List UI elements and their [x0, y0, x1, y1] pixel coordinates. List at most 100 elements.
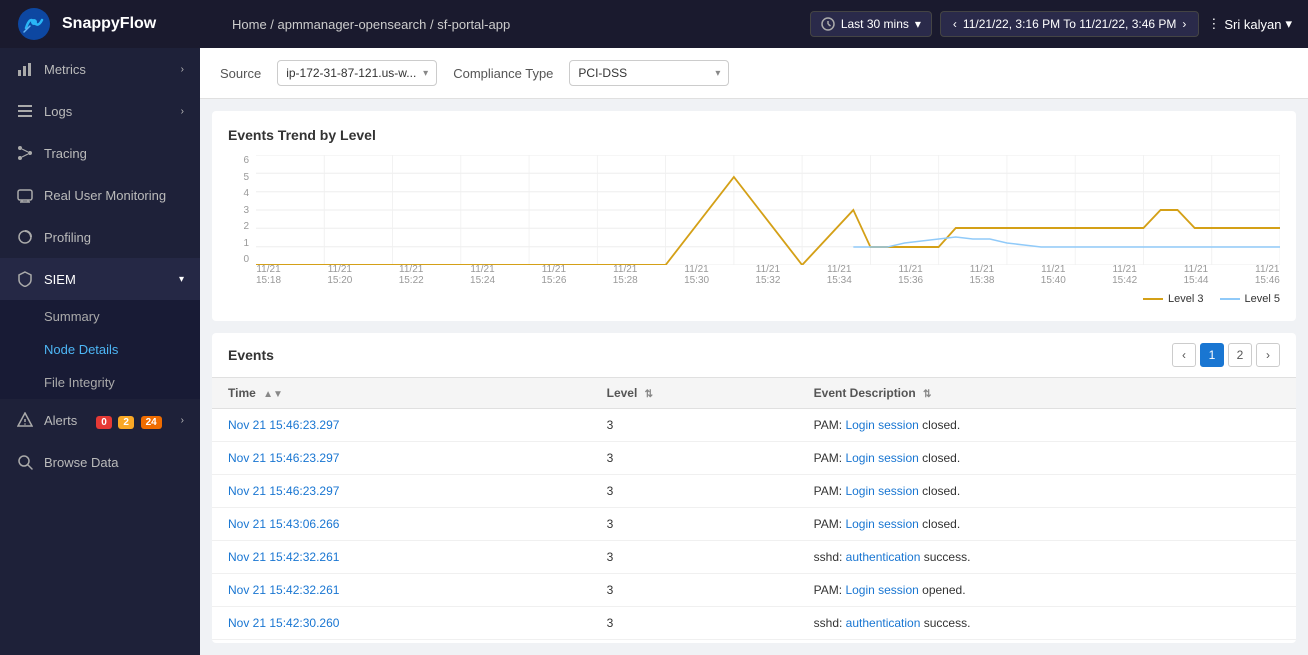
cell-desc: sshd: authentication success. — [798, 607, 1296, 640]
legend-level3-line — [1143, 298, 1163, 300]
alert-badge-red: 0 — [96, 416, 112, 429]
top-header: SnappyFlow Home / apmmanager-opensearch … — [0, 0, 1308, 48]
cell-time: Nov 21 15:46:23.297 — [212, 409, 591, 442]
date-range-picker[interactable]: ‹ 11/21/22, 3:16 PM To 11/21/22, 3:46 PM… — [940, 11, 1199, 37]
compliance-filter-value: PCI-DSS — [578, 66, 627, 80]
sidebar-item-logs[interactable]: Logs › — [0, 90, 200, 132]
col-level-label: Level — [607, 386, 638, 400]
sidebar-item-label: SIEM — [44, 272, 76, 287]
pagination-page1[interactable]: 1 — [1200, 343, 1224, 367]
sidebar-sub-item-summary[interactable]: Summary — [0, 300, 200, 333]
logo-area: SnappyFlow — [16, 6, 216, 42]
tracing-icon — [16, 144, 34, 162]
alert-badge-yellow: 2 — [118, 416, 134, 429]
legend-level5-line — [1220, 298, 1240, 300]
sidebar-item-siem[interactable]: SIEM ▾ — [0, 258, 200, 300]
siem-submenu: Summary Node Details File Integrity — [0, 300, 200, 399]
rum-icon — [16, 186, 34, 204]
alerts-chevron-icon: › — [181, 415, 184, 426]
events-table-body: Nov 21 15:46:23.297 3 PAM: Login session… — [212, 409, 1296, 640]
cell-time: Nov 21 15:42:32.261 — [212, 541, 591, 574]
table-row: Nov 21 15:46:23.297 3 PAM: Login session… — [212, 475, 1296, 508]
sidebar-item-metrics[interactable]: Metrics › — [0, 48, 200, 90]
cell-level: 3 — [591, 541, 798, 574]
cell-level: 3 — [591, 475, 798, 508]
browse-icon — [16, 453, 34, 471]
cell-time: Nov 21 15:42:30.260 — [212, 607, 591, 640]
chart-svg — [256, 155, 1280, 265]
table-row: Nov 21 15:42:30.260 3 sshd: authenticati… — [212, 607, 1296, 640]
sidebar-item-rum[interactable]: Real User Monitoring — [0, 174, 200, 216]
alert-icon — [16, 411, 34, 429]
content-area: Source ip-172-31-87-121.us-w... ▾ Compli… — [200, 48, 1308, 655]
source-filter-value: ip-172-31-87-121.us-w... — [286, 66, 416, 80]
table-header: Time ▲▼ Level ⇅ Event Description ⇅ — [212, 378, 1296, 409]
file-integrity-label: File Integrity — [44, 375, 115, 390]
chart-section: Events Trend by Level 6 5 4 3 2 1 0 — [212, 111, 1296, 321]
legend-level5-label: Level 5 — [1245, 293, 1280, 305]
cell-time: Nov 21 15:46:23.297 — [212, 442, 591, 475]
siem-chevron-icon: ▾ — [179, 274, 184, 285]
time-picker[interactable]: Last 30 mins ▾ — [810, 11, 932, 37]
source-filter-select[interactable]: ip-172-31-87-121.us-w... ▾ — [277, 60, 437, 86]
user-menu[interactable]: ⋮ Sri kalyan ▾ — [1207, 16, 1292, 32]
compliance-filter-chevron-icon: ▾ — [715, 68, 720, 79]
table-row: Nov 21 15:42:32.261 3 sshd: authenticati… — [212, 541, 1296, 574]
sidebar-item-label: Real User Monitoring — [44, 188, 166, 203]
compliance-filter-label: Compliance Type — [453, 66, 553, 81]
profiling-icon — [16, 228, 34, 246]
node-details-label: Node Details — [44, 342, 118, 357]
sidebar-sub-item-node-details[interactable]: Node Details — [0, 333, 200, 366]
events-section: Events ‹ 1 2 › Time ▲▼ — [212, 333, 1296, 643]
logo-text: SnappyFlow — [62, 15, 156, 33]
main-layout: Metrics › Logs › Tracing Real User Monit… — [0, 48, 1308, 655]
logs-chevron-icon: › — [181, 106, 184, 117]
sidebar-item-tracing[interactable]: Tracing — [0, 132, 200, 174]
sidebar-item-browse-data[interactable]: Browse Data — [0, 441, 200, 483]
sidebar-item-label: Browse Data — [44, 455, 118, 470]
pagination: ‹ 1 2 › — [1172, 343, 1280, 367]
pagination-page2[interactable]: 2 — [1228, 343, 1252, 367]
date-range-label: 11/21/22, 3:16 PM To 11/21/22, 3:46 PM — [963, 17, 1176, 31]
chart-container: 6 5 4 3 2 1 0 — [228, 155, 1280, 285]
col-header-level[interactable]: Level ⇅ — [591, 378, 798, 409]
alerts-badge-area: 0 2 24 — [96, 413, 162, 428]
events-table: Time ▲▼ Level ⇅ Event Description ⇅ — [212, 378, 1296, 640]
table-row: Nov 21 15:46:23.297 3 PAM: Login session… — [212, 442, 1296, 475]
cell-level: 3 — [591, 409, 798, 442]
metrics-chevron-icon: › — [181, 64, 184, 75]
siem-icon — [16, 270, 34, 288]
sidebar-item-label: Logs — [44, 104, 72, 119]
chart-x-axis: 11/2115:18 11/2115:20 11/2115:22 11/2115… — [256, 265, 1280, 285]
sidebar-item-alerts[interactable]: Alerts 0 2 24 › — [0, 399, 200, 441]
col-header-time[interactable]: Time ▲▼ — [212, 378, 591, 409]
sidebar-item-label: Profiling — [44, 230, 91, 245]
cell-desc: PAM: Login session closed. — [798, 475, 1296, 508]
cell-desc: PAM: Login session closed. — [798, 508, 1296, 541]
cell-desc: PAM: Login session opened. — [798, 574, 1296, 607]
chart-title: Events Trend by Level — [228, 127, 1280, 143]
sidebar-sub-item-file-integrity[interactable]: File Integrity — [0, 366, 200, 399]
table-row: Nov 21 15:43:06.266 3 PAM: Login session… — [212, 508, 1296, 541]
cell-level: 3 — [591, 574, 798, 607]
col-header-description[interactable]: Event Description ⇅ — [798, 378, 1296, 409]
col-time-label: Time — [228, 386, 256, 400]
alert-badge-orange: 24 — [141, 416, 162, 429]
sidebar-item-label: Metrics — [44, 62, 86, 77]
compliance-filter-select[interactable]: PCI-DSS ▾ — [569, 60, 729, 86]
pagination-prev[interactable]: ‹ — [1172, 343, 1196, 367]
summary-label: Summary — [44, 309, 100, 324]
menu-dots-icon: ⋮ — [1207, 16, 1220, 32]
user-menu-chevron: ▾ — [1285, 16, 1292, 32]
next-range-btn[interactable]: › — [1182, 17, 1186, 31]
pagination-next[interactable]: › — [1256, 343, 1280, 367]
cell-time: Nov 21 15:43:06.266 — [212, 508, 591, 541]
chart-icon — [16, 60, 34, 78]
sidebar-item-profiling[interactable]: Profiling — [0, 216, 200, 258]
cell-desc: PAM: Login session closed. — [798, 442, 1296, 475]
logo-icon — [16, 6, 52, 42]
cell-level: 3 — [591, 607, 798, 640]
legend-level5: Level 5 — [1220, 293, 1280, 305]
sidebar-item-label: Alerts — [44, 413, 77, 428]
prev-range-btn[interactable]: ‹ — [953, 17, 957, 31]
